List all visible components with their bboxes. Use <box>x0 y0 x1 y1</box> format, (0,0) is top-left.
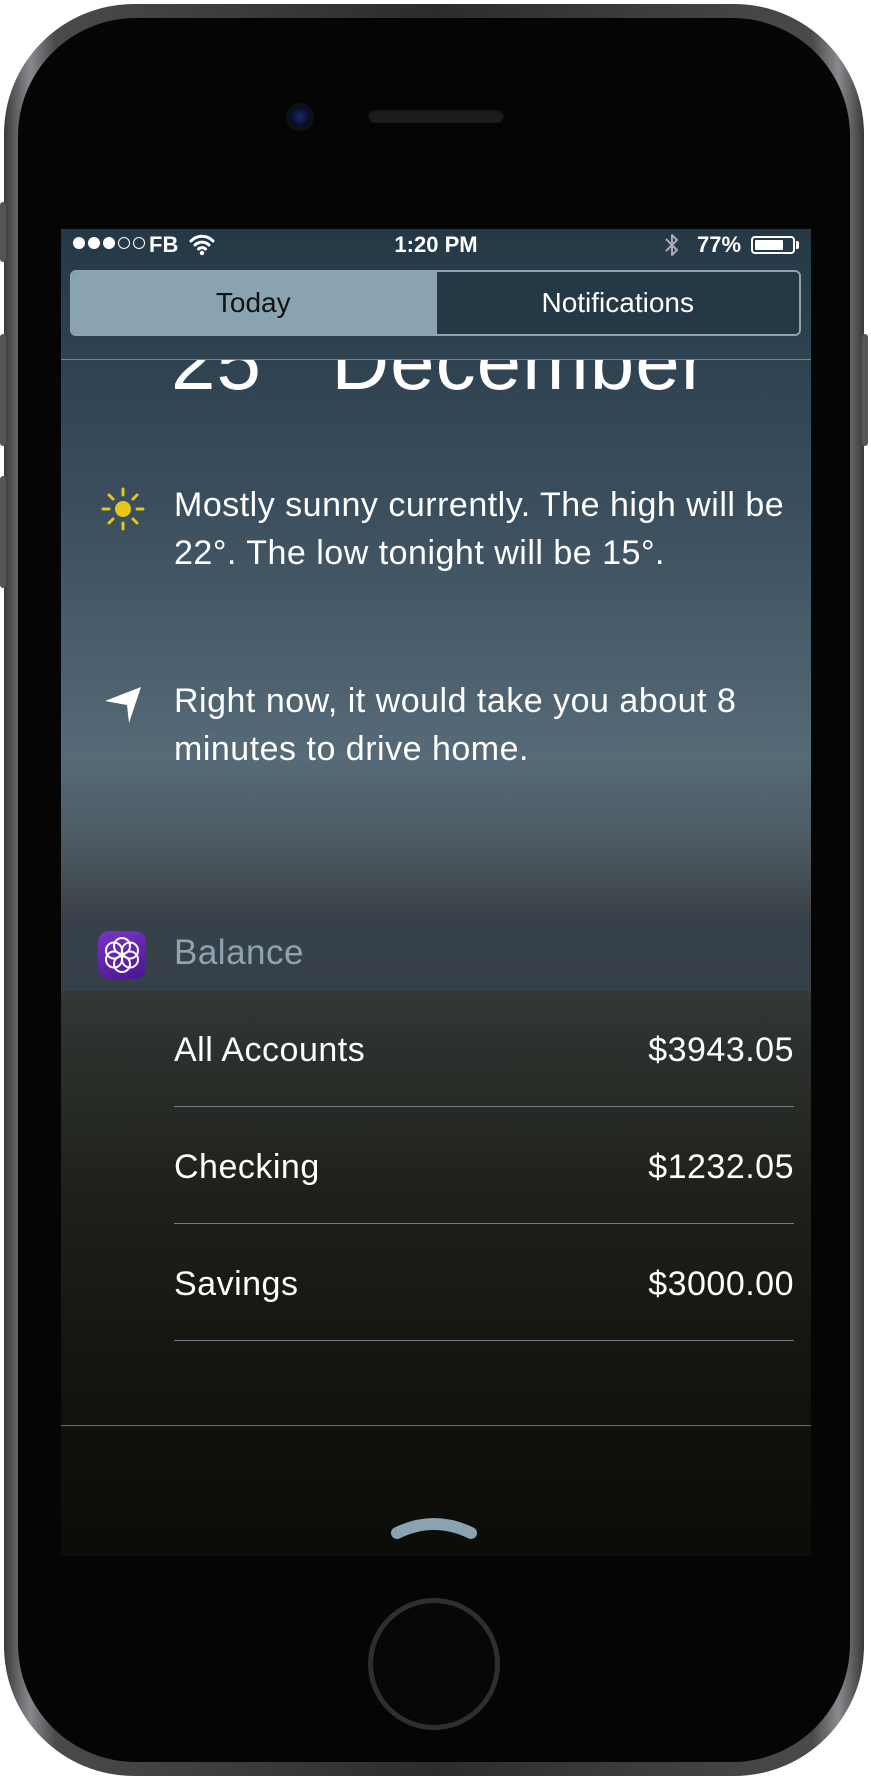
date-day: 25 <box>171 360 262 406</box>
account-name: All Accounts <box>174 1031 366 1069</box>
chevron-up-grabber-icon[interactable] <box>391 1515 477 1541</box>
notification-center-screen: FB 1:20 PM 77% Today Notifications 25th D… <box>61 229 811 1556</box>
sun-icon <box>101 487 145 531</box>
account-amount: $1232.05 <box>648 1148 794 1186</box>
volume-down-button <box>0 476 6 588</box>
row-divider <box>174 1106 794 1107</box>
battery-icon <box>751 236 795 254</box>
tab-today[interactable]: Today <box>72 272 435 334</box>
widget-title: Balance <box>174 933 304 972</box>
weather-text: Mostly sunny currently. The high will be… <box>174 486 785 572</box>
account-row-checking[interactable]: Checking $1232.05 <box>174 1108 794 1224</box>
balance-widget-header[interactable]: Balance <box>61 915 811 991</box>
home-button[interactable] <box>368 1598 500 1730</box>
commute-text: Right now, it would take you about 8 min… <box>174 682 737 768</box>
date-heading: 25th December <box>61 360 811 420</box>
widgets-end-divider <box>61 1425 811 1426</box>
account-row-savings[interactable]: Savings $3000.00 <box>174 1225 794 1341</box>
account-amount: $3943.05 <box>648 1031 794 1069</box>
location-arrow-icon <box>105 687 141 723</box>
account-amount: $3000.00 <box>648 1265 794 1303</box>
today-notifications-segmented-control: Today Notifications <box>70 270 801 336</box>
account-name: Savings <box>174 1265 299 1303</box>
flower-icon <box>105 937 139 973</box>
volume-up-button <box>0 334 6 446</box>
account-row-all-accounts[interactable]: All Accounts $3943.05 <box>174 991 794 1107</box>
mute-switch <box>0 202 6 262</box>
row-divider <box>174 1340 794 1341</box>
tab-notifications[interactable]: Notifications <box>434 272 800 334</box>
front-camera <box>286 103 314 131</box>
date-suffix: th <box>262 360 297 366</box>
battery-percentage: 77% <box>697 232 742 257</box>
date-month: December <box>331 360 709 406</box>
bluetooth-icon <box>665 234 678 256</box>
row-divider <box>174 1223 794 1224</box>
account-name: Checking <box>174 1148 320 1186</box>
balance-app-icon[interactable] <box>98 931 146 979</box>
status-bar: FB 1:20 PM 77% <box>61 229 811 269</box>
earpiece-speaker <box>368 109 504 123</box>
power-button <box>862 334 868 446</box>
